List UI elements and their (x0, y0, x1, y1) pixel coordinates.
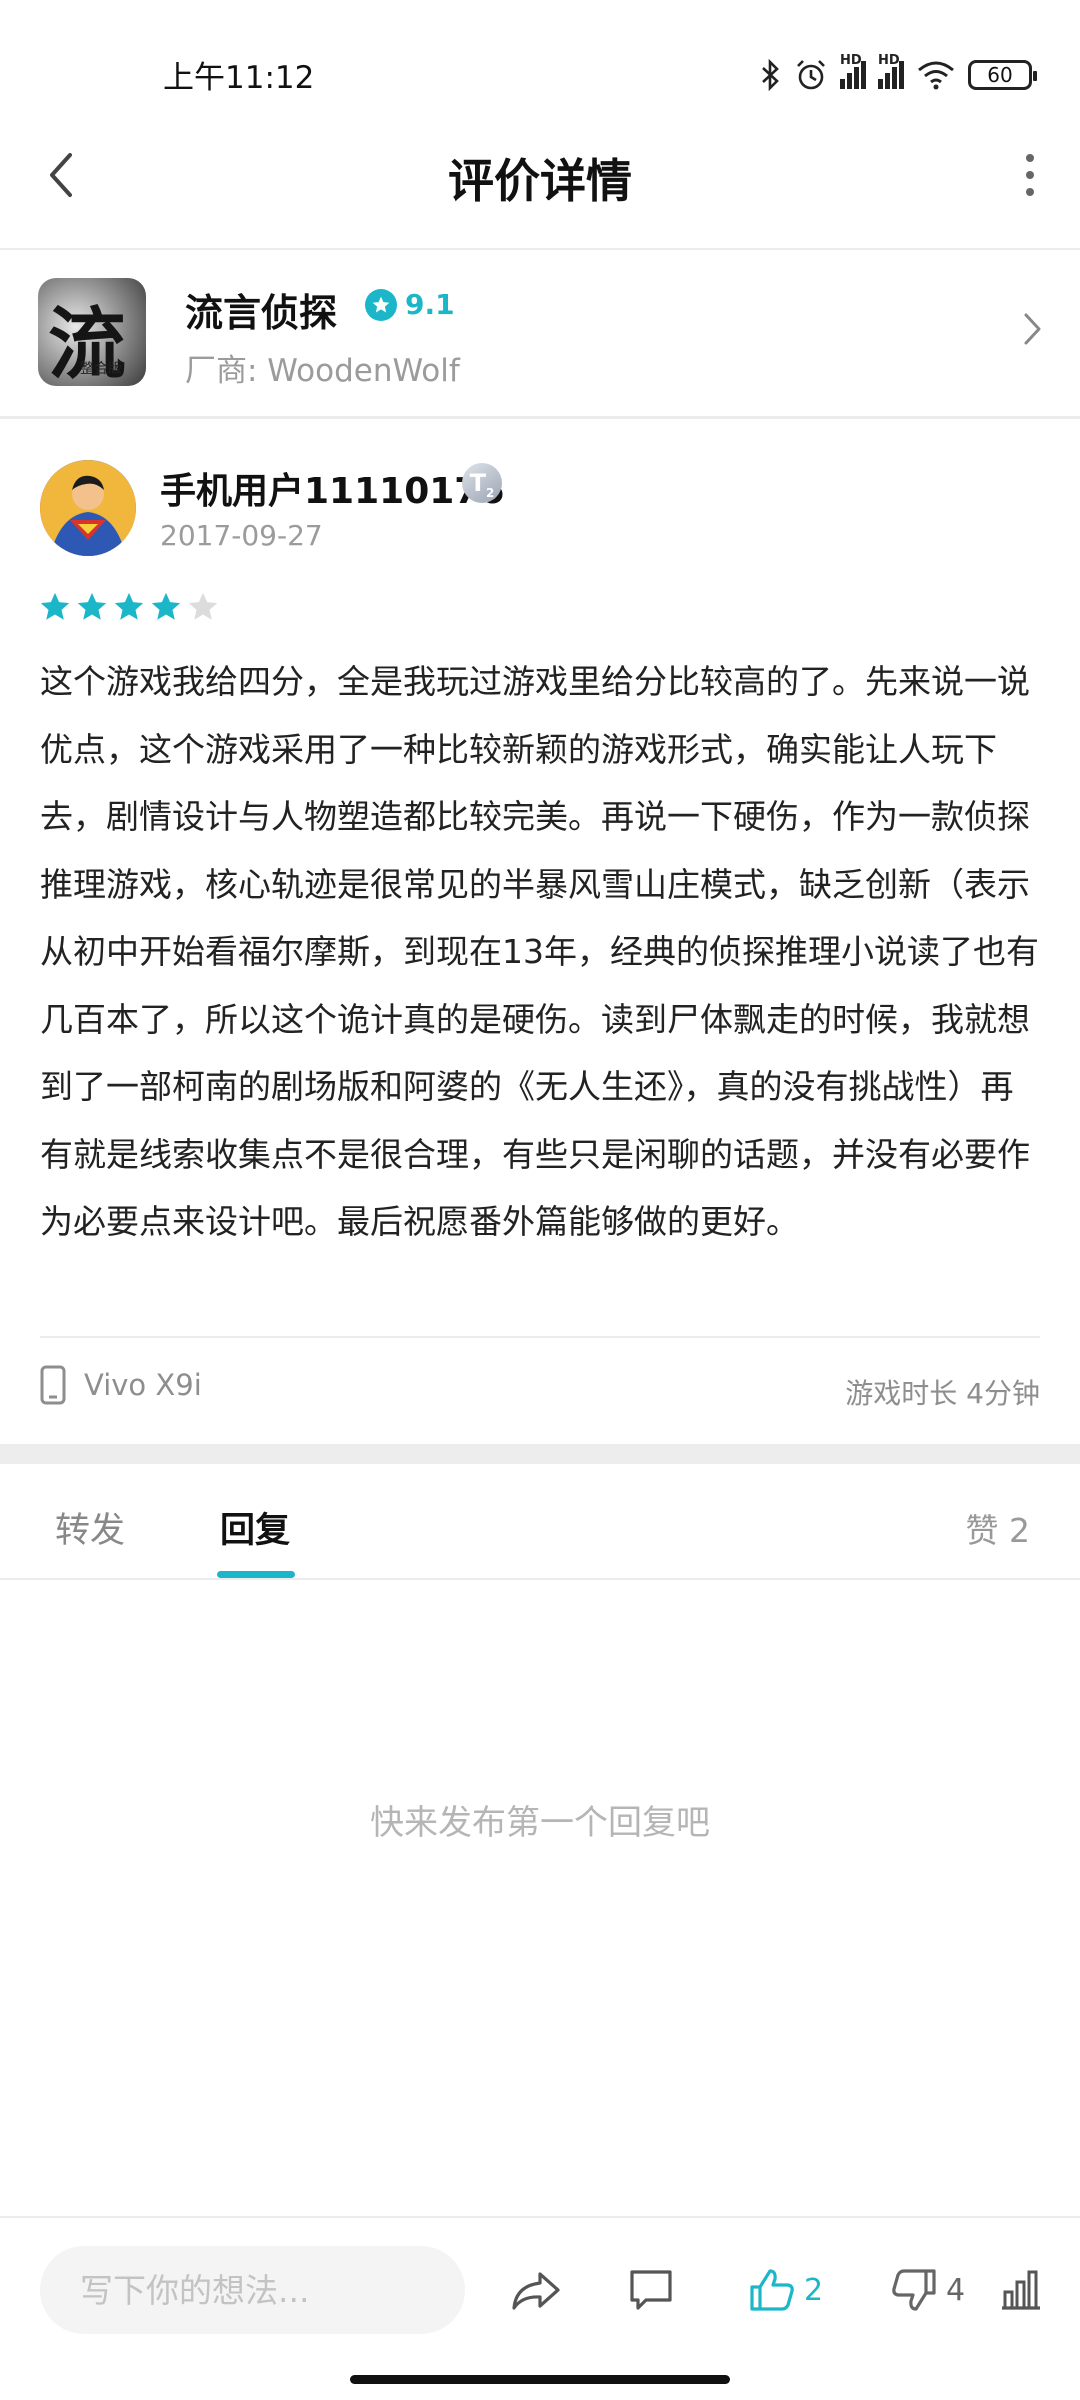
section-separator (0, 1444, 1080, 1464)
share-button[interactable] (510, 2260, 562, 2320)
thumbs-down-icon (892, 2269, 936, 2311)
stats-button[interactable] (998, 2260, 1042, 2320)
game-icon[interactable]: 流 整合版 (38, 278, 146, 386)
hd-label: HD (878, 53, 900, 68)
alarm-icon (797, 60, 825, 90)
empty-replies-message: 快来发布第一个回复吧 (370, 1803, 710, 1843)
downvote-count: 4 (946, 2272, 966, 2308)
tab-forward[interactable]: 转发 (55, 1502, 125, 1553)
phone-icon (40, 1365, 66, 1405)
avatar[interactable] (40, 460, 136, 556)
star-rating (38, 590, 220, 624)
star-filled-icon (151, 592, 181, 620)
device-name: Vivo X9i (84, 1368, 202, 1402)
user-level-badge: T2 (462, 463, 502, 503)
comment-button[interactable] (628, 2260, 674, 2320)
upvote-button[interactable]: 2 (748, 2260, 823, 2320)
comment-icon (630, 2270, 672, 2310)
device-info: Vivo X9i (40, 1365, 202, 1405)
status-time: 上午11:12 (163, 60, 315, 96)
likes-count[interactable]: 赞 2 (966, 1504, 1031, 1552)
star-filled-icon (40, 592, 70, 620)
bluetooth-icon (762, 59, 779, 91)
signal-2-icon: HD (878, 54, 904, 89)
review-date: 2017-09-27 (160, 519, 323, 552)
game-name: 流言侦探 (185, 291, 338, 335)
review-text: 这个游戏我给四分，全是我玩过游戏里给分比较高的了。先来说一说优点，这个游戏采用了… (40, 662, 1039, 1241)
wifi-icon (918, 61, 954, 90)
comment-input[interactable] (40, 2246, 465, 2334)
badge-letter: T (469, 469, 486, 497)
tab-reply[interactable]: 回复 (220, 1502, 290, 1553)
more-options-button[interactable] (1010, 150, 1050, 200)
game-card[interactable] (0, 250, 1080, 415)
review-divider (40, 1336, 1040, 1338)
tabs-divider (0, 1578, 1080, 1580)
developer-label: 厂商: WoodenWolf (185, 353, 460, 389)
bar-chart-icon (1002, 2270, 1040, 2310)
badge-level: 2 (486, 485, 495, 500)
battery-icon: 60 (968, 60, 1037, 90)
downvote-button[interactable]: 4 (890, 2260, 965, 2320)
game-rating: 9.1 (365, 288, 455, 321)
chevron-right-icon[interactable] (1022, 312, 1042, 350)
bottom-bar-divider (0, 2216, 1080, 2218)
card-divider (0, 416, 1080, 419)
status-icons: HD HD 60 (760, 54, 1037, 95)
game-icon-subtext: 整合版 (80, 361, 122, 377)
play-time: 游戏时长 4分钟 (845, 1377, 1040, 1410)
dot-icon (1026, 171, 1034, 179)
thumbs-up-icon (750, 2269, 794, 2311)
tab-indicator (217, 1571, 295, 1578)
signal-1-icon: HD (840, 54, 866, 89)
page-title: 评价详情 (448, 154, 632, 208)
hd-label: HD (840, 53, 862, 68)
star-filled-icon (77, 592, 107, 620)
rating-star-icon (365, 288, 397, 321)
username[interactable]: 手机用户11110176 (160, 462, 504, 514)
star-empty-icon (188, 592, 218, 620)
dot-icon (1026, 154, 1034, 162)
share-icon (512, 2272, 560, 2310)
home-indicator[interactable] (350, 2375, 730, 2384)
dot-icon (1026, 188, 1034, 196)
upvote-count: 2 (804, 2272, 824, 2308)
rating-value: 9.1 (405, 288, 455, 321)
star-filled-icon (114, 592, 144, 620)
